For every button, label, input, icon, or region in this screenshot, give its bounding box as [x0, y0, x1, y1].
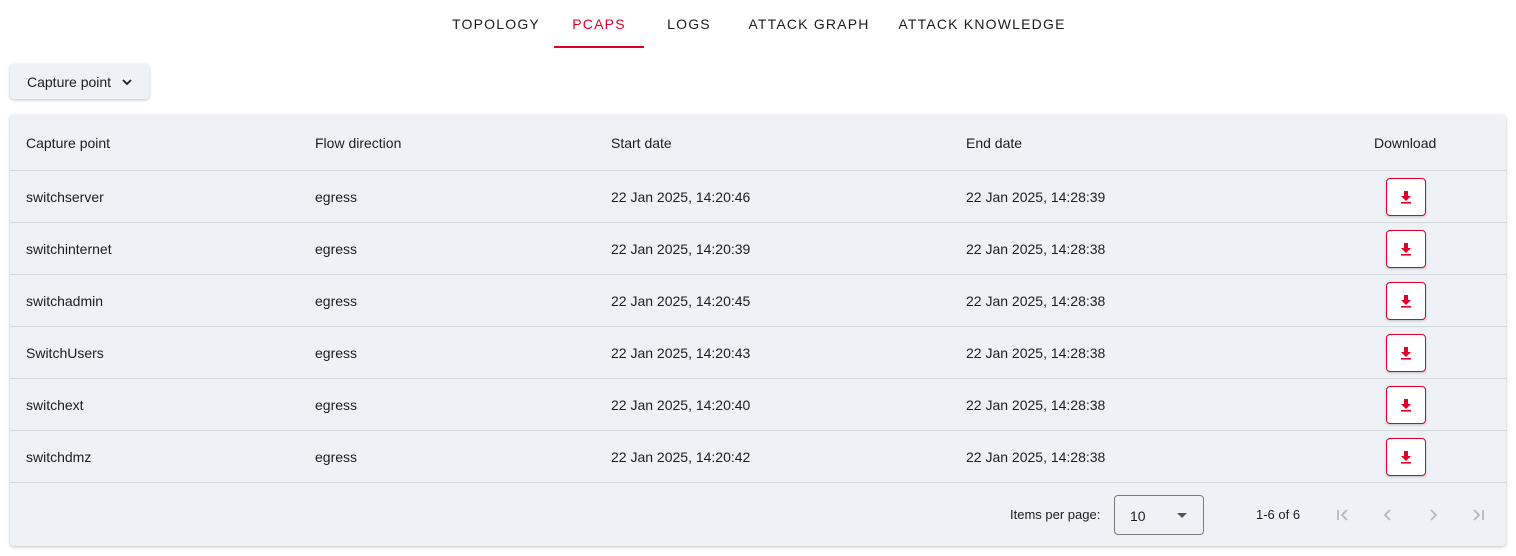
- items-per-page-value: 10: [1130, 508, 1146, 524]
- pcaps-table: Capture point Flow direction Start date …: [10, 115, 1506, 546]
- cell-flow-direction: egress: [315, 241, 358, 257]
- capture-point-filter-label: Capture point: [27, 73, 112, 90]
- chevron-left-icon: [1383, 509, 1391, 521]
- first-page-icon: [1337, 509, 1348, 521]
- paginator: Items per page: 10 1-6 of 6: [10, 483, 1506, 546]
- cell-start-date: 22 Jan 2025, 14:20:46: [611, 189, 751, 205]
- download-button[interactable]: [1386, 230, 1426, 268]
- chevron-right-icon: [1430, 509, 1438, 521]
- cell-end-date: 22 Jan 2025, 14:28:38: [966, 397, 1106, 413]
- header-capture-point[interactable]: Capture point: [26, 135, 110, 151]
- tab-bar: TOPOLOGY PCAPS LOGS ATTACK GRAPH ATTACK …: [0, 0, 1516, 48]
- download-icon: [1401, 295, 1411, 308]
- cell-end-date: 22 Jan 2025, 14:28:38: [966, 241, 1106, 257]
- tab-attack-graph[interactable]: ATTACK GRAPH: [744, 0, 874, 48]
- cell-capture-point: switchserver: [26, 189, 104, 205]
- next-page-button[interactable]: [1418, 500, 1448, 530]
- cell-capture-point: switchadmin: [26, 293, 104, 309]
- download-icon: [1401, 243, 1411, 256]
- cell-capture-point: switchext: [26, 397, 84, 413]
- download-icon: [1401, 347, 1411, 360]
- header-start-date[interactable]: Start date: [611, 135, 672, 151]
- download-button[interactable]: [1386, 178, 1426, 216]
- cell-start-date: 22 Jan 2025, 14:20:43: [611, 345, 751, 361]
- header-download: Download: [1374, 135, 1437, 151]
- items-per-page-select[interactable]: 10: [1114, 495, 1204, 535]
- download-icon: [1401, 399, 1411, 412]
- cell-start-date: 22 Jan 2025, 14:20:42: [611, 449, 751, 465]
- download-button[interactable]: [1386, 386, 1426, 424]
- table-row: switchinternet egress 22 Jan 2025, 14:20…: [10, 223, 1506, 275]
- cell-capture-point: switchdmz: [26, 449, 92, 465]
- tab-attack-knowledge[interactable]: ATTACK KNOWLEDGE: [894, 0, 1070, 48]
- cell-end-date: 22 Jan 2025, 14:28:38: [966, 345, 1106, 361]
- table-header-row: Capture point Flow direction Start date …: [10, 115, 1506, 171]
- previous-page-button[interactable]: [1373, 500, 1403, 530]
- table-row: SwitchUsers egress 22 Jan 2025, 14:20:43…: [10, 327, 1506, 379]
- caret-down-icon: [1177, 513, 1187, 518]
- cell-start-date: 22 Jan 2025, 14:20:45: [611, 293, 751, 309]
- tab-logs[interactable]: LOGS: [660, 0, 718, 48]
- download-button[interactable]: [1386, 438, 1426, 476]
- cell-flow-direction: egress: [315, 397, 358, 413]
- cell-end-date: 22 Jan 2025, 14:28:38: [966, 293, 1106, 309]
- cell-flow-direction: egress: [315, 449, 358, 465]
- download-button[interactable]: [1386, 282, 1426, 320]
- cell-flow-direction: egress: [315, 345, 358, 361]
- cell-start-date: 22 Jan 2025, 14:20:39: [611, 241, 751, 257]
- download-icon: [1401, 191, 1411, 204]
- first-page-button[interactable]: [1328, 500, 1358, 530]
- cell-end-date: 22 Jan 2025, 14:28:39: [966, 189, 1106, 205]
- download-button[interactable]: [1386, 334, 1426, 372]
- cell-flow-direction: egress: [315, 189, 358, 205]
- header-flow-direction[interactable]: Flow direction: [315, 135, 401, 151]
- download-icon: [1401, 451, 1411, 464]
- page-range-label: 1-6 of 6: [1256, 507, 1301, 522]
- table-row: switchadmin egress 22 Jan 2025, 14:20:45…: [10, 275, 1506, 327]
- tab-pcaps[interactable]: PCAPS: [554, 0, 644, 48]
- cell-end-date: 22 Jan 2025, 14:28:38: [966, 449, 1106, 465]
- tab-topology[interactable]: TOPOLOGY: [448, 0, 544, 48]
- cell-capture-point: SwitchUsers: [26, 345, 104, 361]
- last-page-icon: [1473, 509, 1484, 521]
- items-per-page-label: Items per page:: [1010, 507, 1101, 522]
- table-row: switchserver egress 22 Jan 2025, 14:20:4…: [10, 171, 1506, 223]
- cell-capture-point: switchinternet: [26, 241, 112, 257]
- table-row: switchdmz egress 22 Jan 2025, 14:20:42 2…: [10, 431, 1506, 483]
- chevron-down-icon: [122, 78, 132, 85]
- cell-start-date: 22 Jan 2025, 14:20:40: [611, 397, 751, 413]
- last-page-button[interactable]: [1463, 500, 1493, 530]
- cell-flow-direction: egress: [315, 293, 358, 309]
- table-row: switchext egress 22 Jan 2025, 14:20:40 2…: [10, 379, 1506, 431]
- header-end-date: End date: [966, 135, 1023, 151]
- capture-point-filter-button[interactable]: Capture point: [10, 64, 149, 99]
